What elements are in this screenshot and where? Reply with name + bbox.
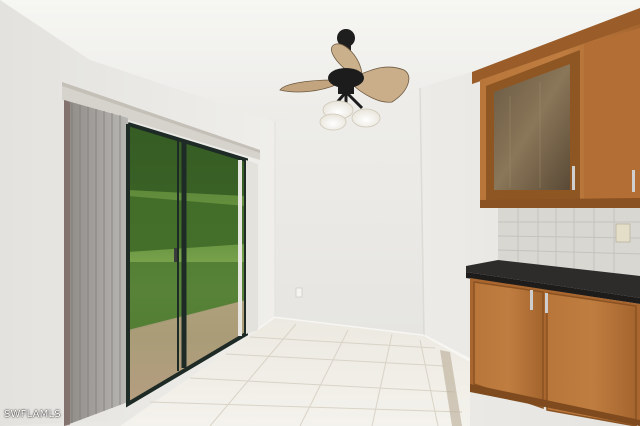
watermark-text: SWFLAMLS: [4, 409, 61, 420]
door-handle: [174, 248, 177, 262]
wall-outlet: [295, 287, 303, 298]
backsplash-outlet: [615, 223, 631, 243]
room-photo: [0, 0, 640, 426]
cabinet-handle-right: [545, 293, 548, 313]
cabinet-handle-left: [530, 290, 533, 310]
back-wall: [275, 88, 424, 336]
photo-scene: SWFLAMLS: [0, 0, 640, 426]
